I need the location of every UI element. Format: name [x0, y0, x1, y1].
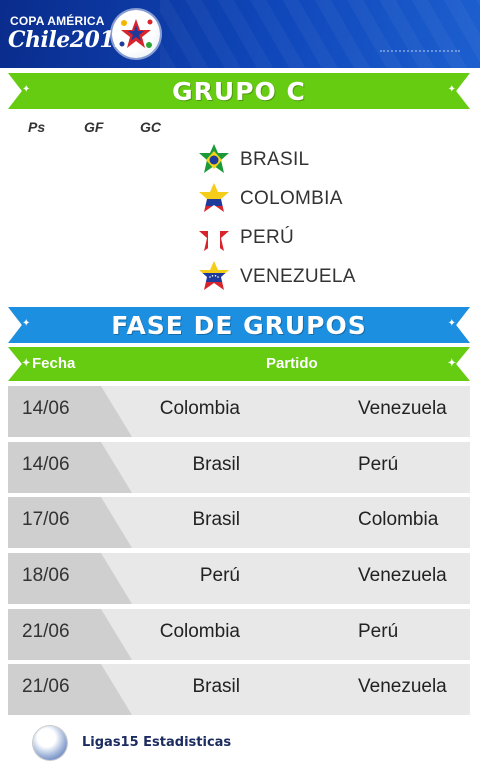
match-home-team: Perú — [199, 565, 240, 586]
match-home-team: Colombia — [159, 398, 240, 419]
team-row-brasil[interactable]: BRASIL — [196, 143, 309, 177]
match-row[interactable]: 18/06 Perú Venezuela — [8, 553, 470, 604]
group-banner: ✦ GRUPO C ✦ — [8, 73, 470, 109]
sparkle-icon: ✦ — [22, 358, 31, 369]
match-away-team: Colombia — [358, 509, 439, 530]
phase-title: FASE DE GRUPOS — [111, 310, 367, 340]
match-row[interactable]: 14/06 Brasil Perú — [8, 442, 470, 493]
match-date: 14/06 — [22, 454, 70, 475]
matches-table-header: ✦ Fecha Partido ✦ — [8, 347, 470, 381]
match-home-team: Colombia — [159, 621, 240, 642]
column-header-fecha: Fecha — [32, 355, 76, 372]
sparkle-icon: ✦ — [22, 318, 31, 329]
stat-column-gc: GC — [140, 119, 161, 135]
brand-subtitle: Chile2015 — [8, 27, 129, 53]
team-name: VENEZUELA — [240, 266, 356, 287]
venezuela-flag-star-icon — [196, 260, 232, 294]
sparkle-icon: ✦ — [22, 84, 31, 95]
sparkle-icon: ✦ — [447, 84, 456, 95]
match-date: 14/06 — [22, 398, 70, 419]
match-date: 18/06 — [22, 565, 70, 586]
stat-column-ps: Ps — [28, 119, 46, 135]
match-away-team: Perú — [358, 454, 399, 475]
copa-logo-icon — [112, 10, 160, 58]
match-away-team: Venezuela — [358, 565, 447, 586]
sparkle-icon: ✦ — [447, 358, 456, 369]
header-decoration — [380, 50, 460, 60]
team-name: COLOMBIA — [240, 188, 343, 209]
team-name: PERÚ — [240, 227, 294, 248]
team-name: BRASIL — [240, 149, 310, 170]
match-away-team: Venezuela — [358, 676, 447, 697]
team-row-colombia[interactable]: COLOMBIA — [196, 182, 343, 216]
group-title: GRUPO C — [172, 76, 306, 106]
peru-flag-star-icon — [196, 221, 232, 255]
match-date: 17/06 — [22, 509, 70, 530]
brazil-flag-star-icon — [196, 143, 232, 177]
match-home-team: Brasil — [192, 509, 240, 530]
match-home-team: Brasil — [192, 676, 240, 697]
phase-banner: ✦ FASE DE GRUPOS ✦ — [8, 307, 470, 343]
app-header: COPA AMÉRICA Chile2015 — [0, 0, 480, 68]
colombia-flag-star-icon — [196, 182, 232, 216]
match-away-team: Perú — [358, 621, 399, 642]
match-date: 21/06 — [22, 676, 70, 697]
match-away-team: Venezuela — [358, 398, 447, 419]
column-header-partido: Partido — [266, 355, 318, 372]
match-row[interactable]: 14/06 Colombia Venezuela — [8, 386, 470, 437]
ligas15-logo-icon — [33, 726, 67, 760]
match-row[interactable]: 17/06 Brasil Colombia — [8, 497, 470, 548]
brand-title: COPA AMÉRICA — [10, 14, 105, 28]
match-date: 21/06 — [22, 621, 70, 642]
match-row[interactable]: 21/06 Colombia Perú — [8, 609, 470, 660]
team-row-venezuela[interactable]: VENEZUELA — [196, 260, 356, 294]
stat-column-gf: GF — [84, 119, 104, 135]
sparkle-icon: ✦ — [447, 318, 456, 329]
team-row-peru[interactable]: PERÚ — [196, 221, 294, 255]
match-home-team: Brasil — [192, 454, 240, 475]
footer-brand: Ligas15 Estadisticas — [82, 735, 232, 750]
match-row[interactable]: 21/06 Brasil Venezuela — [8, 664, 470, 715]
